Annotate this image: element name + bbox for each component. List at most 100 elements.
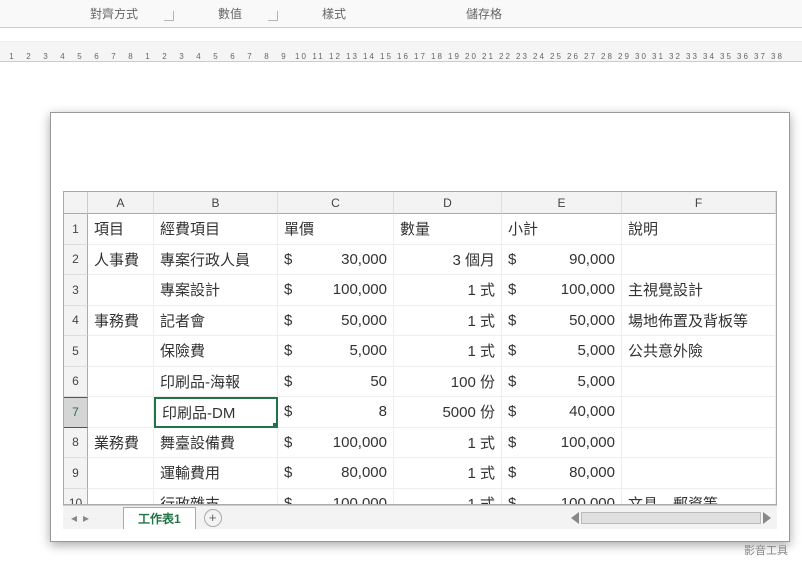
column-headers[interactable]: A B C D E F [88, 192, 776, 214]
row-header-6[interactable]: 6 [64, 367, 88, 398]
cell-A7[interactable] [88, 397, 154, 428]
cell-E10[interactable]: $100,000 [502, 489, 622, 506]
cell-A9[interactable] [88, 458, 154, 489]
row-header-2[interactable]: 2 [64, 245, 88, 276]
dialog-launcher-icon[interactable] [164, 11, 174, 21]
cell-B3[interactable]: 專案設計 [154, 275, 278, 306]
cell-A4[interactable]: 事務費 [88, 306, 154, 337]
cell-D8[interactable]: 1 式 [394, 428, 502, 459]
cell-A5[interactable] [88, 336, 154, 367]
tab-nav-next-icon[interactable]: ▸ [83, 511, 89, 525]
cell-E5[interactable]: $5,000 [502, 336, 622, 367]
cell-F7[interactable] [622, 397, 776, 428]
row-header-7[interactable]: 7 [64, 397, 88, 428]
row-headers[interactable]: 123456789101112 [64, 214, 88, 504]
cell-C4[interactable]: $50,000 [278, 306, 394, 337]
cell-B4[interactable]: 記者會 [154, 306, 278, 337]
col-header-F[interactable]: F [622, 192, 776, 214]
cell-A10[interactable] [88, 489, 154, 506]
cell-B6[interactable]: 印刷品-海報 [154, 367, 278, 398]
cell-E6[interactable]: $5,000 [502, 367, 622, 398]
cell-B8[interactable]: 舞臺設備費 [154, 428, 278, 459]
col-header-E[interactable]: E [502, 192, 622, 214]
cell-C2[interactable]: $30,000 [278, 245, 394, 276]
col-header-B[interactable]: B [154, 192, 278, 214]
cell-F6[interactable] [622, 367, 776, 398]
cell-F9[interactable] [622, 458, 776, 489]
cell-A8[interactable]: 業務費 [88, 428, 154, 459]
cell-F3[interactable]: 主視覺設計 [622, 275, 776, 306]
cell-F5[interactable]: 公共意外險 [622, 336, 776, 367]
embedded-worksheet-window: A B C D E F 123456789101112 項目經費項目單價數量小計… [50, 112, 790, 542]
tab-nav-buttons[interactable]: ◂ ▸ [63, 511, 123, 525]
sheet-tab-active[interactable]: 工作表1 [123, 507, 196, 529]
cell-D10[interactable]: 1 式 [394, 489, 502, 506]
col-header-C[interactable]: C [278, 192, 394, 214]
dialog-launcher-icon[interactable] [268, 11, 278, 21]
row-header-4[interactable]: 4 [64, 306, 88, 337]
cell-A1[interactable]: 項目 [88, 214, 154, 245]
cell-E4[interactable]: $50,000 [502, 306, 622, 337]
cell-E2[interactable]: $90,000 [502, 245, 622, 276]
cell-C3[interactable]: $100,000 [278, 275, 394, 306]
table-row: 項目經費項目單價數量小計說明 [88, 214, 776, 245]
row-header-9[interactable]: 9 [64, 458, 88, 489]
cell-D2[interactable]: 3 個月 [394, 245, 502, 276]
ribbon-group-cells[interactable]: 儲存格 [386, 5, 582, 22]
ribbon-group-number[interactable]: 數值 [178, 5, 282, 22]
cell-D3[interactable]: 1 式 [394, 275, 502, 306]
col-header-D[interactable]: D [394, 192, 502, 214]
cell-D6[interactable]: 100 份 [394, 367, 502, 398]
cell-C5[interactable]: $5,000 [278, 336, 394, 367]
row-header-3[interactable]: 3 [64, 275, 88, 306]
ribbon-group-styles[interactable]: 樣式 [282, 5, 386, 22]
cell-C7[interactable]: $8 [278, 397, 394, 428]
new-sheet-button[interactable]: + [204, 509, 222, 527]
col-header-A[interactable]: A [88, 192, 154, 214]
horizontal-scrollbar[interactable] [222, 512, 777, 524]
cell-D5[interactable]: 1 式 [394, 336, 502, 367]
cell-D7[interactable]: 5000 份 [394, 397, 502, 428]
scroll-left-icon[interactable] [571, 512, 579, 524]
cell-B1[interactable]: 經費項目 [154, 214, 278, 245]
cell-grid[interactable]: 項目經費項目單價數量小計說明人事費專案行政人員$30,0003 個月$90,00… [88, 214, 776, 504]
horizontal-ruler[interactable]: 1234567812345678910111213141516171819202… [0, 42, 802, 62]
cell-F4[interactable]: 場地佈置及背板等 [622, 306, 776, 337]
cell-B7[interactable]: 印刷品-DM [154, 397, 278, 428]
cell-D9[interactable]: 1 式 [394, 458, 502, 489]
cell-C1[interactable]: 單價 [278, 214, 394, 245]
cell-F10[interactable]: 文具、郵資等 [622, 489, 776, 506]
cell-E9[interactable]: $80,000 [502, 458, 622, 489]
cell-C6[interactable]: $50 [278, 367, 394, 398]
cell-A3[interactable] [88, 275, 154, 306]
select-all-corner[interactable] [64, 192, 88, 214]
ribbon-group-alignment[interactable]: 對齊方式 [0, 5, 178, 22]
row-header-5[interactable]: 5 [64, 336, 88, 367]
tab-nav-prev-icon[interactable]: ◂ [71, 511, 77, 525]
cell-E1[interactable]: 小計 [502, 214, 622, 245]
cell-B10[interactable]: 行政雜支 [154, 489, 278, 506]
cell-F1[interactable]: 說明 [622, 214, 776, 245]
scroll-track[interactable] [581, 512, 761, 524]
worksheet-area[interactable]: A B C D E F 123456789101112 項目經費項目單價數量小計… [63, 191, 777, 505]
table-row: 人事費專案行政人員$30,0003 個月$90,000 [88, 245, 776, 276]
cell-D1[interactable]: 數量 [394, 214, 502, 245]
row-header-10[interactable]: 10 [64, 489, 88, 506]
cell-B2[interactable]: 專案行政人員 [154, 245, 278, 276]
cell-E7[interactable]: $40,000 [502, 397, 622, 428]
scroll-right-icon[interactable] [763, 512, 771, 524]
cell-B9[interactable]: 運輸費用 [154, 458, 278, 489]
cell-B5[interactable]: 保險費 [154, 336, 278, 367]
cell-F2[interactable] [622, 245, 776, 276]
row-header-1[interactable]: 1 [64, 214, 88, 245]
cell-A6[interactable] [88, 367, 154, 398]
cell-A2[interactable]: 人事費 [88, 245, 154, 276]
cell-F8[interactable] [622, 428, 776, 459]
cell-E8[interactable]: $100,000 [502, 428, 622, 459]
cell-E3[interactable]: $100,000 [502, 275, 622, 306]
cell-C8[interactable]: $100,000 [278, 428, 394, 459]
cell-C10[interactable]: $100,000 [278, 489, 394, 506]
row-header-8[interactable]: 8 [64, 428, 88, 459]
cell-C9[interactable]: $80,000 [278, 458, 394, 489]
cell-D4[interactable]: 1 式 [394, 306, 502, 337]
